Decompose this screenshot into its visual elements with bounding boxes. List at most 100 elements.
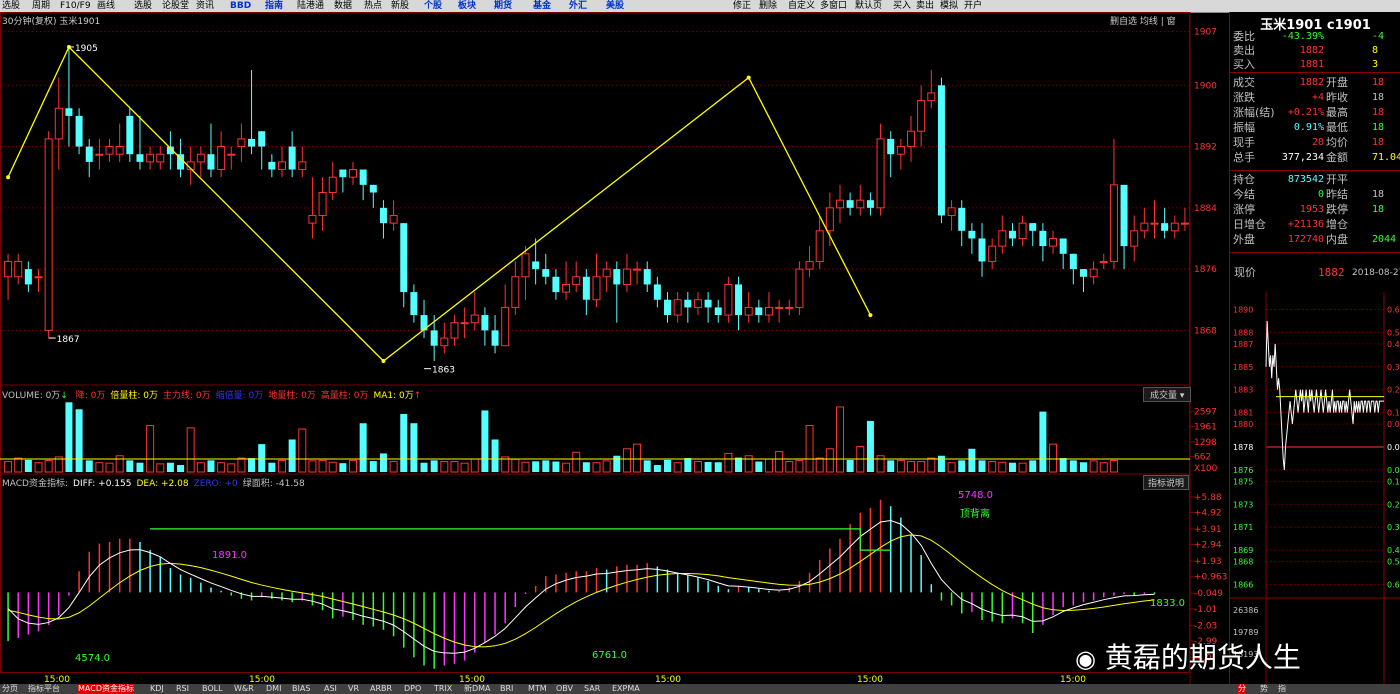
toolbar-item-4[interactable]: 选股: [134, 0, 152, 12]
toolbar-item-21[interactable]: 自定义: [788, 0, 815, 12]
volume-bar: [75, 409, 83, 472]
toolbar-item-15[interactable]: 期货: [494, 0, 512, 12]
tab-12[interactable]: DPO: [404, 684, 421, 694]
mini-price-label: 1885: [1233, 363, 1253, 372]
quote-row-label: 成交: [1233, 76, 1255, 89]
quote-row-value-2: 18: [1372, 92, 1385, 103]
candle-body: [815, 230, 824, 262]
toolbar-item-23[interactable]: 默认页: [855, 0, 882, 12]
toolbar-item-22[interactable]: 多窗口: [820, 0, 847, 12]
macd-tick-label: -0.049: [1194, 589, 1223, 599]
divergence-line: [150, 528, 891, 551]
volume-bar: [85, 460, 93, 472]
volume-bar: [136, 462, 144, 472]
candle-body: [582, 276, 590, 300]
tab-10[interactable]: VR: [348, 684, 359, 694]
tab-17[interactable]: OBV: [556, 684, 573, 694]
candle-body: [856, 199, 865, 209]
volume-tick-label: 662: [1194, 453, 1211, 463]
tab-2[interactable]: MACD资金指标: [78, 684, 134, 694]
quote-row-value-2: 18: [1372, 77, 1385, 88]
tab-8[interactable]: BIAS: [292, 684, 310, 694]
candle-body: [288, 146, 296, 170]
tab-20[interactable]: 分: [1238, 684, 1246, 694]
toolbar-item-0[interactable]: 选股: [2, 0, 20, 12]
quote-row-value: 377,234: [1281, 152, 1324, 163]
period-label[interactable]: 30分钟(复权): [2, 17, 56, 27]
toolbar-item-24[interactable]: 买入: [893, 0, 911, 12]
toolbar-item-19[interactable]: 修正: [733, 0, 751, 12]
tab-6[interactable]: W&R: [234, 684, 254, 694]
tab-13[interactable]: TRIX: [434, 684, 452, 694]
tab-1[interactable]: 指标平台: [28, 684, 60, 694]
toolbar-item-18[interactable]: 美股: [606, 0, 624, 12]
volume-bar: [166, 462, 174, 472]
candle-body: [653, 284, 661, 300]
mini-pct-label: 0.00: [1387, 443, 1400, 452]
toolbar-item-25[interactable]: 卖出: [916, 0, 934, 12]
toolbar-item-9[interactable]: 陆港通: [297, 0, 324, 12]
tab-19[interactable]: EXPMA: [612, 684, 640, 694]
volume-bar: [552, 461, 560, 472]
toolbar-item-16[interactable]: 基金: [533, 0, 551, 12]
toolbar-item-7[interactable]: BBD: [230, 0, 251, 12]
toolbar-item-17[interactable]: 外汇: [569, 0, 587, 12]
toolbar-item-3[interactable]: 画线: [97, 0, 115, 12]
tab-16[interactable]: MTM: [528, 684, 547, 694]
tab-14[interactable]: 新DMA: [464, 684, 491, 694]
toolbar-item-13[interactable]: 个股: [424, 0, 442, 12]
quote-row-value: 1881: [1299, 59, 1324, 70]
candle-body: [998, 230, 1007, 247]
tab-11[interactable]: ARBR: [370, 684, 392, 694]
toolbar-item-8[interactable]: 指南: [265, 0, 283, 12]
volume-bar: [389, 461, 398, 473]
macd-tick-label: +1.93: [1194, 557, 1222, 567]
toolbar-item-26[interactable]: 模拟: [940, 0, 958, 12]
indicator-help-button[interactable]: 指标说明: [1143, 475, 1190, 490]
tab-4[interactable]: RSI: [176, 684, 189, 694]
toolbar-item-2[interactable]: F10/F9: [60, 0, 91, 12]
quote-row-value-2: 71.04: [1372, 152, 1400, 163]
mini-price-label: 1868: [1233, 558, 1253, 567]
volume-select[interactable]: 成交量 ▾: [1143, 387, 1192, 402]
toolbar-item-1[interactable]: 周期: [32, 0, 50, 12]
toolbar-item-14[interactable]: 板块: [458, 0, 476, 12]
volume-bar: [420, 462, 428, 472]
chart-tools[interactable]: 删自选 均线 | 窗: [1110, 14, 1176, 27]
tab-0[interactable]: 分页: [2, 684, 18, 694]
toolbar-item-5[interactable]: 论股堂: [162, 0, 189, 12]
toolbar-item-11[interactable]: 热点: [364, 0, 382, 12]
toolbar-item-6[interactable]: 资讯: [196, 0, 214, 12]
volume-bar: [704, 462, 712, 472]
volume-bar: [288, 439, 296, 472]
tab-3[interactable]: KDJ: [150, 684, 164, 694]
toolbar-item-20[interactable]: 删除: [759, 0, 777, 12]
volume-bar: [532, 461, 540, 472]
chart-frame: [0, 12, 1190, 673]
tab-15[interactable]: BRI: [500, 684, 513, 694]
toolbar-item-12[interactable]: 新股: [391, 0, 409, 12]
tab-9[interactable]: ASI: [324, 684, 337, 694]
candle-body: [1029, 223, 1037, 231]
volume-legend-item-2: 主力线: 0万: [162, 391, 211, 401]
time-tick-label: 15:00: [1060, 675, 1086, 684]
tab-5[interactable]: BOLL: [202, 684, 223, 694]
volume-bar: [947, 462, 956, 473]
quote-row-label-2: 增仓: [1326, 218, 1348, 231]
tab-7[interactable]: DMI: [266, 684, 281, 694]
quote-row-value: 1882: [1299, 45, 1324, 56]
volume-bar: [491, 439, 499, 472]
toolbar-item-10[interactable]: 数据: [334, 0, 352, 12]
quote-row-label: 涨跌: [1233, 91, 1255, 104]
tab-21[interactable]: 势: [1260, 684, 1268, 694]
volume-bar: [714, 462, 722, 472]
quote-row-12: 日增仓 +21136 增仓: [1230, 218, 1400, 232]
macd-tick-label: +4.92: [1194, 508, 1222, 518]
tab-22[interactable]: 指: [1278, 684, 1286, 694]
toolbar-item-27[interactable]: 开户: [964, 0, 982, 12]
candle-body: [1069, 253, 1077, 270]
quote-row-label: 现手: [1233, 136, 1255, 149]
mini-pct-label: 0.46: [1387, 546, 1400, 555]
candle-body: [521, 253, 530, 278]
tab-18[interactable]: SAR: [584, 684, 600, 694]
